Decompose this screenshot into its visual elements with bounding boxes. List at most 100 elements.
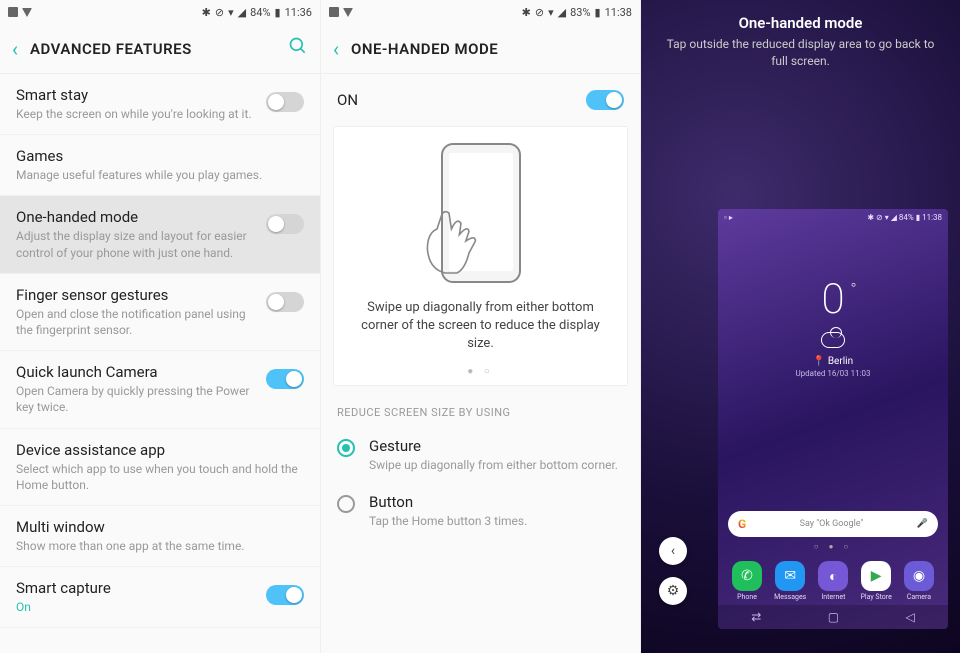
app-dock: ✆ Phone ✉ Messages ◐ Internet ▶ Play Sto… bbox=[718, 561, 948, 601]
row-desc: Show more than one app at the same time. bbox=[16, 538, 304, 554]
row-title: Games bbox=[16, 147, 304, 165]
camera-icon: ◉ bbox=[904, 561, 934, 591]
one-handed-mode-pane: ✱ ⊘ ▾ ◢ 83% ▮ 11:38 ‹ ONE-HANDED MODE ON… bbox=[320, 0, 640, 653]
row-games[interactable]: Games Manage useful features while you p… bbox=[0, 135, 320, 196]
status-icon: ▫ ▸ bbox=[724, 213, 733, 222]
row-multi-window[interactable]: Multi window Show more than one app at t… bbox=[0, 506, 320, 567]
row-desc: Keep the screen on while you're looking … bbox=[16, 106, 256, 122]
cloud-icon bbox=[821, 332, 845, 348]
battery-pct: 84% bbox=[899, 213, 914, 222]
weather-widget[interactable]: 0 📍 Berlin Updated 16/03 11:03 bbox=[718, 275, 948, 378]
app-label: Messages bbox=[774, 593, 806, 601]
row-title: Device assistance app bbox=[16, 441, 304, 459]
bluetooth-icon: ✱ bbox=[202, 6, 211, 19]
row-one-handed-mode[interactable]: One-handed mode Adjust the display size … bbox=[0, 196, 320, 273]
reduced-screen[interactable]: ▫ ▸ ✱ ⊘ ▾ ◢ 84% ▮ 11:38 0 📍 Berlin Updat… bbox=[718, 209, 948, 629]
row-title: Finger sensor gestures bbox=[16, 286, 256, 304]
row-quick-launch-camera[interactable]: Quick launch Camera Open Camera by quick… bbox=[0, 351, 320, 428]
row-desc: Adjust the display size and layout for e… bbox=[16, 228, 256, 260]
home-button[interactable]: ▢ bbox=[828, 610, 839, 624]
status-bar: ✱ ⊘ ▾ ◢ 83% ▮ 11:38 bbox=[321, 0, 640, 24]
toggle-quick-camera[interactable] bbox=[266, 369, 304, 389]
temperature: 0 bbox=[821, 275, 844, 324]
app-internet[interactable]: ◐ Internet bbox=[818, 561, 848, 601]
signal-icon: ◢ bbox=[238, 6, 246, 19]
messages-icon: ✉ bbox=[775, 561, 805, 591]
row-desc: Open and close the notification panel us… bbox=[16, 306, 256, 338]
option-gesture[interactable]: Gesture Swipe up diagonally from either … bbox=[321, 427, 640, 483]
search-icon[interactable] bbox=[288, 36, 308, 61]
search-hint: Say "Ok Google" bbox=[800, 519, 864, 529]
row-device-assistance[interactable]: Device assistance app Select which app t… bbox=[0, 429, 320, 506]
home-page-dots: ○ ● ○ bbox=[718, 542, 948, 551]
move-button[interactable]: ‹ bbox=[659, 537, 687, 565]
status-bar: ✱ ⊘ ▾ ◢ 84% ▮ 11:36 bbox=[0, 0, 320, 24]
mini-status-bar: ▫ ▸ ✱ ⊘ ▾ ◢ 84% ▮ 11:38 bbox=[718, 209, 948, 225]
status-icons: ✱ ⊘ ▾ ◢ bbox=[867, 213, 897, 222]
updated-label: Updated 16/03 11:03 bbox=[718, 369, 948, 378]
row-desc: Manage useful features while you play ga… bbox=[16, 167, 304, 183]
demo-subtitle: Tap outside the reduced display area to … bbox=[661, 36, 940, 70]
wifi-icon: ▾ bbox=[228, 6, 234, 19]
row-finger-sensor[interactable]: Finger sensor gestures Open and close th… bbox=[0, 274, 320, 351]
status-icon bbox=[329, 7, 339, 17]
row-smart-stay[interactable]: Smart stay Keep the screen on while you'… bbox=[0, 74, 320, 135]
toggle-finger-sensor[interactable] bbox=[266, 292, 304, 312]
row-desc: Open Camera by quickly pressing the Powe… bbox=[16, 383, 256, 415]
row-smart-capture[interactable]: Smart capture On bbox=[0, 567, 320, 628]
app-label: Play Store bbox=[861, 593, 892, 601]
app-phone[interactable]: ✆ Phone bbox=[732, 561, 762, 601]
option-title: Gesture bbox=[369, 437, 618, 455]
toggle-smart-stay[interactable] bbox=[266, 92, 304, 112]
status-time: 11:38 bbox=[922, 213, 942, 222]
back-button[interactable]: ◁ bbox=[906, 610, 915, 624]
battery-icon: ▮ bbox=[916, 213, 920, 222]
alarm-icon: ⊘ bbox=[535, 6, 544, 19]
wifi-icon: ▾ bbox=[548, 6, 554, 19]
master-toggle[interactable] bbox=[586, 90, 624, 110]
option-desc: Tap the Home button 3 times. bbox=[369, 513, 527, 529]
recents-button[interactable]: ⇄ bbox=[751, 610, 761, 624]
nav-bar: ⇄ ▢ ◁ bbox=[718, 605, 948, 629]
back-icon[interactable]: ‹ bbox=[333, 37, 339, 61]
app-play-store[interactable]: ▶ Play Store bbox=[861, 561, 892, 601]
row-title: Smart capture bbox=[16, 579, 256, 597]
phone-illustration bbox=[441, 143, 521, 283]
back-icon[interactable]: ‹ bbox=[12, 37, 18, 61]
settings-button[interactable]: ⚙ bbox=[659, 577, 687, 605]
page-dots: ● ○ bbox=[344, 366, 617, 377]
battery-pct: 83% bbox=[570, 6, 590, 19]
mic-icon[interactable]: 🎤 bbox=[917, 519, 928, 529]
battery-icon: ▮ bbox=[275, 6, 281, 19]
radio-gesture[interactable] bbox=[337, 439, 355, 457]
app-messages[interactable]: ✉ Messages bbox=[774, 561, 806, 601]
toggle-smart-capture[interactable] bbox=[266, 585, 304, 605]
signal-icon: ◢ bbox=[558, 6, 566, 19]
page-title: ONE-HANDED MODE bbox=[351, 40, 628, 58]
battery-pct: 84% bbox=[250, 6, 270, 19]
phone-icon: ✆ bbox=[732, 561, 762, 591]
row-title: One-handed mode bbox=[16, 208, 256, 226]
illustration-card: Swipe up diagonally from either bottom c… bbox=[333, 126, 628, 386]
page-title: ADVANCED FEATURES bbox=[30, 40, 276, 58]
status-icon bbox=[343, 8, 353, 17]
option-title: Button bbox=[369, 493, 527, 511]
toggle-one-handed[interactable] bbox=[266, 214, 304, 234]
row-desc: Select which app to use when you touch a… bbox=[16, 461, 304, 493]
internet-icon: ◐ bbox=[818, 561, 848, 591]
row-title: Multi window bbox=[16, 518, 304, 536]
radio-button[interactable] bbox=[337, 495, 355, 513]
on-label: ON bbox=[337, 91, 358, 109]
demo-header: One-handed mode Tap outside the reduced … bbox=[641, 0, 960, 84]
row-title: Smart stay bbox=[16, 86, 256, 104]
option-button[interactable]: Button Tap the Home button 3 times. bbox=[321, 483, 640, 539]
demo-title: One-handed mode bbox=[661, 14, 940, 32]
status-time: 11:38 bbox=[605, 6, 632, 19]
app-label: Internet bbox=[818, 593, 848, 601]
google-search-bar[interactable]: G Say "Ok Google" 🎤 bbox=[728, 511, 938, 537]
app-camera[interactable]: ◉ Camera bbox=[904, 561, 934, 601]
illustration-text: Swipe up diagonally from either bottom c… bbox=[344, 295, 617, 358]
bluetooth-icon: ✱ bbox=[522, 6, 531, 19]
google-logo-icon: G bbox=[738, 517, 746, 531]
demo-pane[interactable]: One-handed mode Tap outside the reduced … bbox=[640, 0, 960, 653]
